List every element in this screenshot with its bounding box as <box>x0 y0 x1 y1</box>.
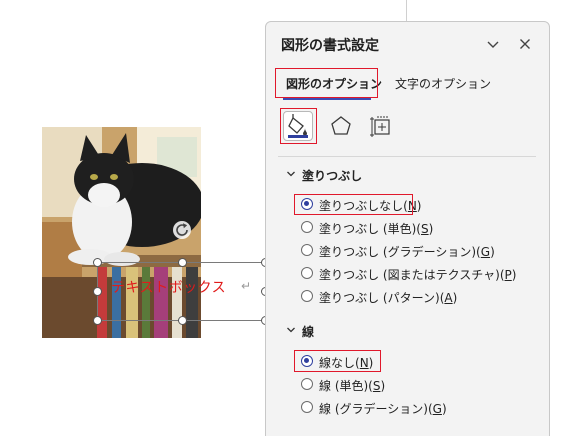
option-label-end: ) <box>490 245 495 259</box>
textbox-text[interactable]: テキストボックス <box>111 277 226 297</box>
access-key: G <box>432 402 442 416</box>
highlight-box-no-fill <box>294 194 413 215</box>
highlight-box-fill-line <box>280 108 317 144</box>
radio-button[interactable] <box>301 401 313 413</box>
document-page-edge <box>406 0 407 22</box>
access-key: P <box>504 268 512 282</box>
radio-button[interactable] <box>301 221 313 233</box>
format-shape-pane: 図形の書式設定 図形のオプション 文字のオプション 塗りつぶし 塗りつぶしなし(… <box>265 21 550 436</box>
resize-handle-middle-left[interactable] <box>93 287 102 296</box>
pane-divider <box>278 156 536 157</box>
resize-handle-top-left[interactable] <box>93 258 102 267</box>
option-label: 塗りつぶし (パターン)( <box>319 291 445 305</box>
option-label-end: ) <box>441 402 447 416</box>
resize-handle-bottom-left[interactable] <box>93 316 102 325</box>
option-label-end: ) <box>452 291 458 305</box>
resize-handle-top-middle[interactable] <box>178 258 187 267</box>
line-section-header[interactable]: 線 <box>286 323 314 340</box>
option-label-end: ) <box>380 379 386 393</box>
fill-option-pattern[interactable]: 塗りつぶし (パターン)(A) <box>301 289 457 306</box>
radio-button[interactable] <box>301 244 313 256</box>
line-option-gradient[interactable]: 線 (グラデーション)(G) <box>301 400 447 417</box>
access-key: S <box>372 379 381 393</box>
option-label: 線 (単色)( <box>319 379 373 393</box>
paragraph-mark: ↵ <box>241 279 252 293</box>
access-key: A <box>444 291 453 305</box>
option-label-end: ) <box>428 222 434 236</box>
tab-text-options[interactable]: 文字のオプション <box>395 75 491 92</box>
option-label: 塗りつぶし (グラデーション)( <box>319 245 481 259</box>
line-option-solid[interactable]: 線 (単色)(S) <box>301 377 385 394</box>
radio-button[interactable] <box>301 267 313 279</box>
pane-title: 図形の書式設定 <box>281 38 379 54</box>
access-key: G <box>480 245 491 259</box>
option-label: 線 (グラデーション)( <box>319 402 433 416</box>
close-icon[interactable] <box>517 36 533 52</box>
pane-options-chevron-icon[interactable] <box>485 36 501 52</box>
size-properties-icon[interactable] <box>366 111 396 141</box>
highlight-box-tab <box>275 68 378 98</box>
option-label: 塗りつぶし (図またはテクスチャ)( <box>319 268 505 282</box>
resize-handle-bottom-middle[interactable] <box>178 316 187 325</box>
option-label-end: ) <box>416 199 422 213</box>
tab-selected-indicator <box>283 98 371 100</box>
fill-option-gradient[interactable]: 塗りつぶし (グラデーション)(G) <box>301 243 495 260</box>
effects-pentagon-icon[interactable] <box>326 111 356 141</box>
fill-option-picture-texture[interactable]: 塗りつぶし (図またはテクスチャ)(P) <box>301 266 516 283</box>
chevron-down-icon <box>287 171 295 177</box>
line-section-label: 線 <box>302 325 315 339</box>
fill-section-header[interactable]: 塗りつぶし <box>286 167 362 184</box>
rotate-handle-icon[interactable] <box>172 220 192 240</box>
radio-button[interactable] <box>301 378 313 390</box>
chevron-down-icon <box>287 327 295 333</box>
fill-option-solid[interactable]: 塗りつぶし (単色)(S) <box>301 220 433 237</box>
fill-section-label: 塗りつぶし <box>302 169 363 183</box>
access-key: S <box>420 222 429 236</box>
option-label: 塗りつぶし (単色)( <box>319 222 421 236</box>
highlight-box-no-line <box>294 350 381 372</box>
option-label-end: ) <box>511 268 517 282</box>
radio-button[interactable] <box>301 290 313 302</box>
